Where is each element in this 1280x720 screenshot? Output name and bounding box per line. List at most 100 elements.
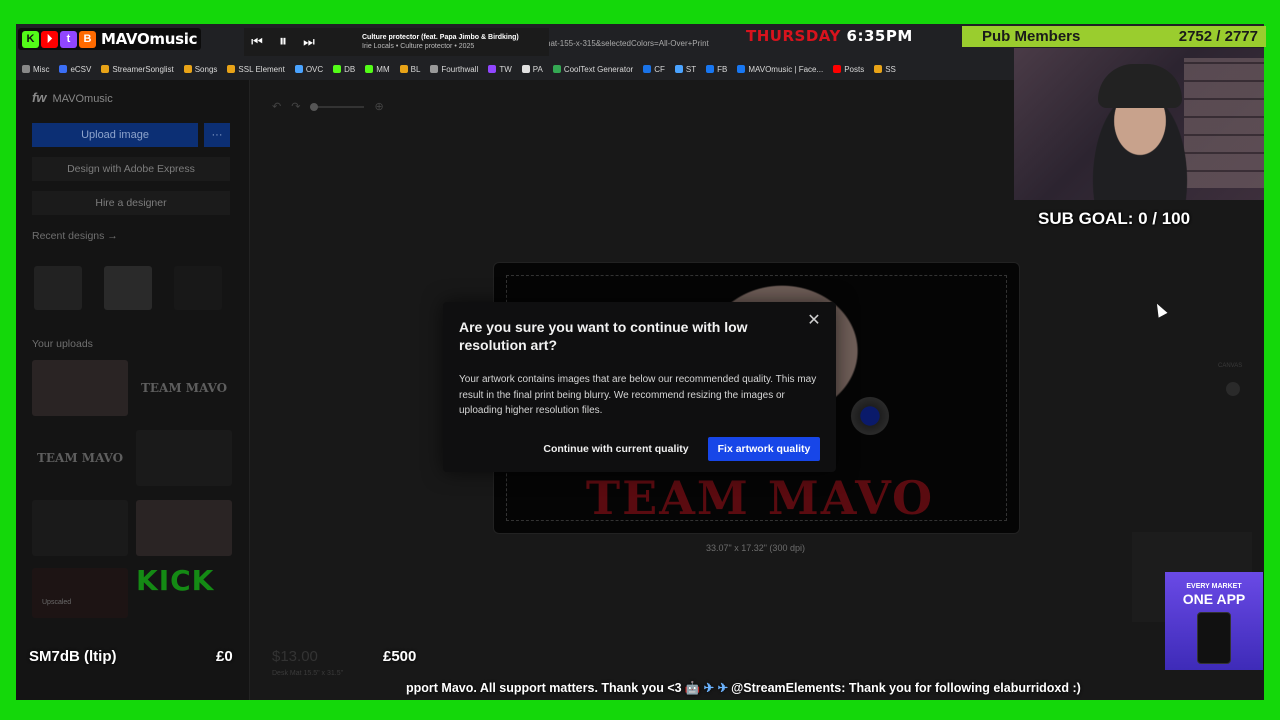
donation-max: £500 [383, 647, 417, 665]
ad-line2: ONE APP [1182, 591, 1246, 607]
kick-badge-icon: K [22, 30, 39, 48]
bookmark-label: MM [376, 64, 390, 74]
redo-icon[interactable]: ↷ [291, 100, 300, 113]
bookmark-item[interactable]: Misc [22, 65, 49, 74]
now-playing: Culture protector (feat. Papa Jimbo & Bi… [362, 33, 519, 51]
bookmark-item[interactable]: BL [399, 65, 420, 74]
upload-thumb[interactable] [32, 360, 128, 416]
bookmark-label: CoolText Generator [563, 64, 634, 74]
bookmark-item[interactable]: StreamerSonglist [101, 64, 174, 74]
undo-icon[interactable]: ↶ [272, 100, 281, 113]
bookmark-favicon-icon [22, 65, 30, 73]
app-advert: EVERY MARKET ONE APP [1165, 572, 1263, 670]
upscaled-label: Upscaled [42, 599, 72, 606]
bookmark-item[interactable]: Songs [183, 64, 218, 74]
bookmark-item[interactable]: eCSV [59, 65, 91, 74]
ad-line1: EVERY MARKET [1186, 583, 1242, 590]
product-name: Desk Mat 15.5" x 31.5" [272, 670, 344, 677]
donation-name: SM7dB (ltip) [29, 647, 117, 665]
bookmark-favicon-icon [399, 65, 408, 73]
bookmark-favicon-icon [183, 65, 192, 73]
stream-frame: hat-155-x-315&selectedColors=All-Over+Pr… [0, 0, 1280, 720]
bookmark-label: Posts [844, 64, 865, 74]
print-dimensions: 33.07" x 17.32" (300 dpi) [706, 543, 805, 553]
upload-thumb[interactable] [32, 500, 128, 556]
bookmark-item[interactable]: MM [365, 64, 390, 74]
bookmark-item[interactable]: DB [333, 65, 355, 74]
upload-thumb[interactable]: TEAM MAVO [32, 430, 128, 486]
dialog-title: Are you sure you want to continue with l… [459, 319, 748, 353]
bookmark-item[interactable]: SS [874, 65, 896, 74]
bookmark-label: Songs [194, 64, 218, 74]
bookmark-favicon-icon [333, 65, 342, 73]
clock-time: 6:35PM [846, 27, 913, 45]
continue-current-quality-button[interactable]: Continue with current quality [541, 437, 691, 461]
next-track-icon[interactable]: ⏭ [296, 34, 322, 50]
upload-thumb[interactable] [32, 568, 128, 618]
recent-design-thumb[interactable] [104, 266, 152, 310]
bookmark-label: FB [717, 64, 728, 74]
stream-clock: THURSDAY 6:35PM [746, 27, 913, 45]
kick-upload-thumb[interactable]: KICK [136, 564, 230, 598]
bookmark-label: MAVOmusic | Face... [748, 64, 824, 74]
bookmark-item[interactable]: PA [521, 64, 543, 74]
sub-goal: SUB GOAL: 0 / 100 [1038, 209, 1191, 228]
bookmark-label: DB [344, 64, 356, 74]
more-options-button[interactable]: ··· [204, 123, 230, 147]
ticker-lead: pport Mavo. All support matters. Thank y… [406, 681, 682, 695]
canvas-toolbar: ↶ ↷ ⊕ [272, 100, 384, 113]
bookmark-item[interactable]: Fourthwall [430, 65, 478, 74]
music-brand-logo: K ⏵ t B MAVOmusic [18, 28, 202, 50]
bookmark-label: PA [532, 64, 543, 74]
bookmark-item[interactable]: MAVOmusic | Face... [737, 65, 823, 74]
bookmark-item[interactable]: Posts [833, 65, 864, 74]
upload-thumb[interactable] [136, 430, 232, 486]
previous-track-icon[interactable]: ⏮ [244, 34, 270, 50]
bookmark-label: ST [685, 64, 697, 74]
clock-day: THURSDAY [746, 27, 841, 45]
recent-designs-link[interactable]: Recent designs → [32, 230, 118, 242]
fix-artwork-quality-button[interactable]: Fix artwork quality [708, 437, 820, 461]
pause-icon[interactable]: ⏸ [270, 33, 296, 51]
bookmark-favicon-icon [833, 65, 842, 73]
adobe-express-button[interactable]: Design with Adobe Express [32, 157, 230, 181]
store-header: fw MAVOmusic [32, 90, 113, 105]
bookmark-item[interactable]: ST [674, 64, 697, 74]
editor-sidebar: fw MAVOmusic Upload image ··· Design with… [16, 80, 250, 700]
youtube-badge-icon: ⏵ [41, 30, 58, 48]
bookmark-favicon-icon [488, 65, 497, 73]
recent-design-thumb[interactable] [174, 266, 222, 310]
bookmark-item[interactable]: TW [488, 65, 512, 74]
webcam-feed [1014, 48, 1264, 200]
bookmark-label: Misc [33, 64, 50, 74]
zoom-slider[interactable] [310, 102, 365, 111]
recent-design-thumb[interactable] [34, 266, 82, 310]
upload-image-button[interactable]: Upload image [32, 123, 198, 147]
twitch-badge-icon: t [60, 30, 77, 48]
bookmark-favicon-icon [674, 65, 683, 73]
hire-designer-button[interactable]: Hire a designer [32, 191, 230, 215]
upload-thumb[interactable] [136, 500, 232, 556]
pub-members-bar: Pub Members 2752 / 2777 [962, 26, 1266, 47]
bookmark-item[interactable]: OVC [294, 65, 323, 74]
bookmark-item[interactable]: FB [706, 65, 727, 74]
upload-thumb[interactable]: TEAM MAVO [136, 360, 232, 416]
zoom-in-icon[interactable]: ⊕ [374, 100, 383, 113]
bookmark-favicon-icon [521, 65, 530, 73]
ticker-emoji-icon: 🤖 ✈ ✈ [684, 681, 729, 695]
bookmark-label: StreamerSonglist [112, 64, 174, 74]
donation-goal-bar: SM7dB (ltip) £0 $13.00 £500 [16, 644, 436, 668]
zoom-handle[interactable] [310, 102, 319, 111]
canvas-color-swatch[interactable] [1226, 382, 1240, 396]
phone-icon [1197, 612, 1231, 664]
song-artist: Irie Locals • Culture protector • 2025 [362, 43, 475, 50]
ticker-tail: @StreamElements: Thank you for following… [731, 681, 1081, 695]
bookmark-favicon-icon [227, 65, 236, 73]
bookmark-item[interactable]: CF [643, 65, 665, 74]
bookmark-label: eCSV [70, 64, 92, 74]
chat-ticker: pport Mavo. All support matters. Thank y… [406, 678, 1186, 698]
bookmark-favicon-icon [59, 65, 68, 73]
bookmark-item[interactable]: SSL Element [227, 65, 285, 74]
close-icon[interactable]: ✕ [804, 310, 824, 330]
bookmark-item[interactable]: CoolText Generator [552, 64, 634, 74]
